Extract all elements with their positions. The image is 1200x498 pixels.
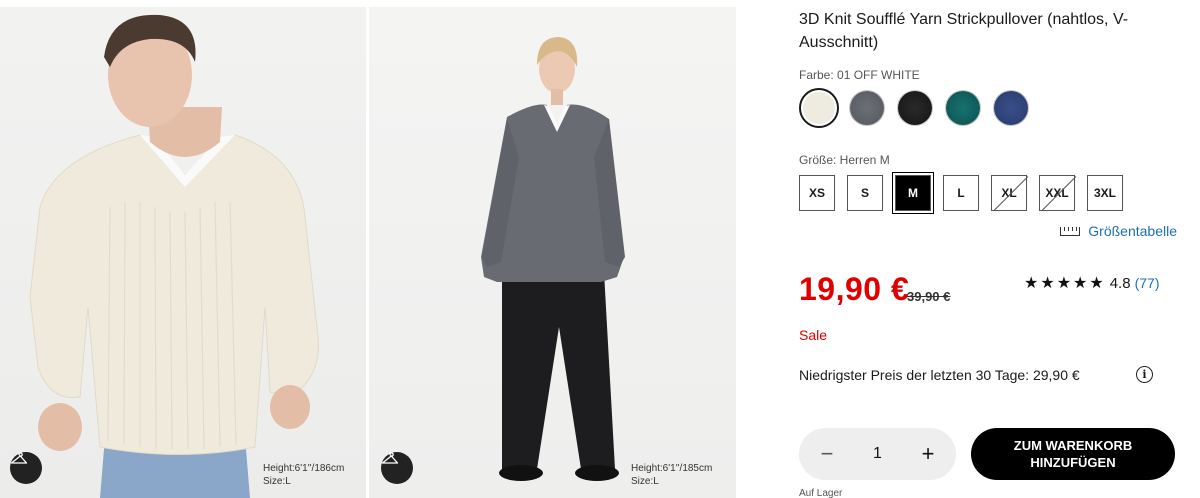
model-size: Size:L xyxy=(263,476,291,487)
sale-label: Sale xyxy=(799,327,828,343)
size-l[interactable]: L xyxy=(943,175,979,211)
color-swatches xyxy=(799,88,1029,128)
swatch-black[interactable] xyxy=(897,90,933,126)
size-3xl[interactable]: 3XL xyxy=(1087,175,1123,211)
swatch-gray[interactable] xyxy=(849,90,885,126)
current-price: 19,90 € xyxy=(799,271,910,307)
color-label: Farbe: 01 OFF WHITE xyxy=(799,68,920,82)
swatch-green[interactable] xyxy=(945,90,981,126)
model-height: Height:6'1''/185cm xyxy=(631,463,713,474)
model-info: Height:6'1''/186cm Size:L xyxy=(263,462,344,488)
increase-quantity-button[interactable]: + xyxy=(918,441,938,467)
product-photo-gray[interactable]: Height:6'1''/185cm Size:L xyxy=(369,7,736,498)
info-icon[interactable]: i xyxy=(1136,366,1153,383)
size-s[interactable]: S xyxy=(847,175,883,211)
hanger-icon xyxy=(10,452,28,464)
quantity-value[interactable]: 1 xyxy=(873,445,882,463)
size-chart-link[interactable]: Größentabelle xyxy=(1060,223,1177,239)
quantity-stepper: − 1 + xyxy=(799,428,956,480)
size-m[interactable]: M xyxy=(895,175,931,211)
size-label: Größe: Herren M xyxy=(799,153,890,167)
swatch-off-white[interactable] xyxy=(799,88,839,128)
add-to-cart-button[interactable]: ZUM WARENKORB HINZUFÜGEN xyxy=(971,428,1175,480)
size-xxl[interactable]: XXL xyxy=(1039,175,1075,211)
original-price: 39,90 € xyxy=(907,289,951,304)
model-info: Height:6'1''/185cm Size:L xyxy=(631,462,712,488)
model-height: Height:6'1''/186cm xyxy=(263,463,345,474)
lowest-price-note: Niedrigster Preis der letzten 30 Tage: 2… xyxy=(799,367,1080,383)
hanger-icon xyxy=(381,452,399,464)
model-size: Size:L xyxy=(631,476,659,487)
ruler-icon xyxy=(1060,226,1081,236)
product-photo-offwhite[interactable]: Height:6'1''/186cm Size:L xyxy=(0,7,366,498)
decrease-quantity-button[interactable]: − xyxy=(817,441,837,467)
size-xl[interactable]: XL xyxy=(991,175,1027,211)
size-chart-label: Größentabelle xyxy=(1088,223,1177,239)
model-illustration-offwhite xyxy=(29,14,319,498)
rating-value: 4.8 xyxy=(1109,274,1131,292)
swatch-navy[interactable] xyxy=(993,90,1029,126)
product-details-panel: 3D Knit Soufflé Yarn Strickpullover (nah… xyxy=(799,0,1189,498)
size-xs[interactable]: XS xyxy=(799,175,835,211)
try-on-button[interactable] xyxy=(381,452,413,484)
star-rating-icon: ★★★★★ xyxy=(1024,275,1106,292)
try-on-button[interactable] xyxy=(10,452,42,484)
review-count-link[interactable]: (77) xyxy=(1135,275,1160,291)
model-illustration-gray xyxy=(481,37,625,481)
stock-status: Auf Lager xyxy=(799,488,843,498)
size-options: XS S M L XL XXL 3XL xyxy=(799,175,1123,211)
product-title: 3D Knit Soufflé Yarn Strickpullover (nah… xyxy=(799,11,1129,51)
product-rating: ★★★★★ 4.8 (77) xyxy=(1024,273,1159,293)
